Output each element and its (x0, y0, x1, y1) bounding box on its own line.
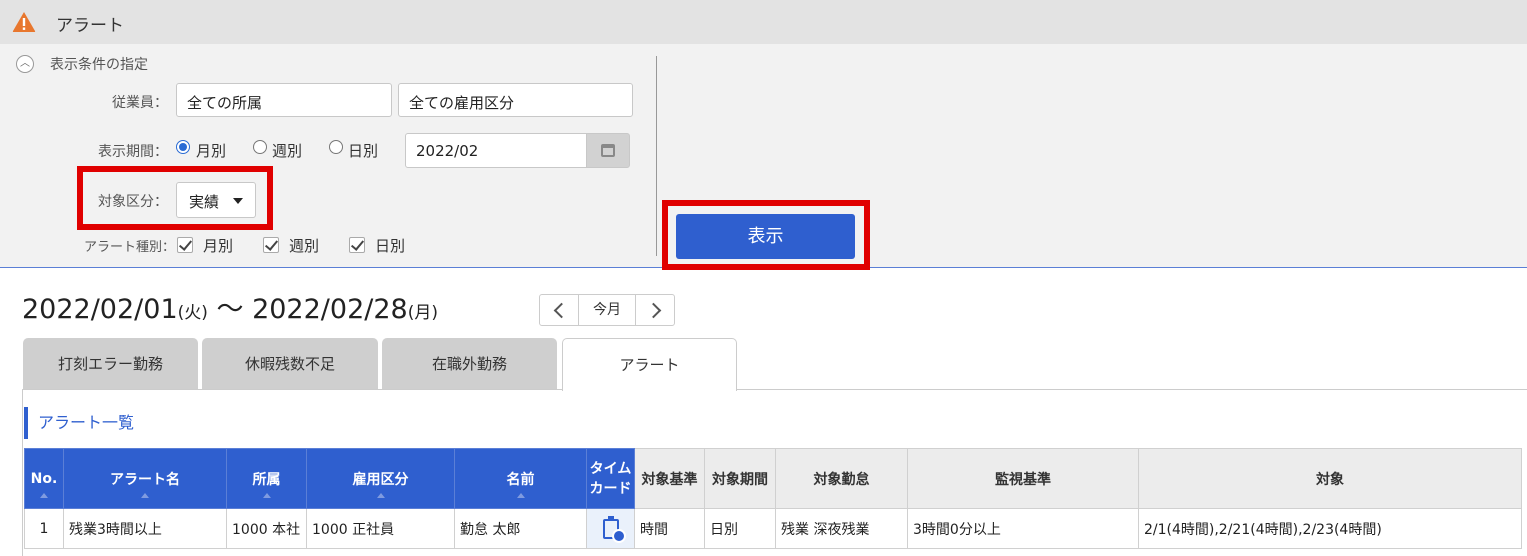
tab-alert[interactable]: アラート (562, 338, 737, 391)
table-row[interactable]: 1 残業3時間以上 1000 本社 1000 正社員 勤怠 太郎 時間 日別 残… (24, 508, 1522, 549)
range-end-weekday: (月) (407, 303, 438, 323)
col-affiliation[interactable]: 所属 (226, 448, 307, 509)
sort-caret-icon (40, 493, 48, 498)
col-alert-name[interactable]: アラート名 (63, 448, 227, 509)
affiliation-field[interactable]: 全ての所属 (176, 83, 392, 117)
cell-timecard (586, 508, 635, 549)
warning-icon (12, 12, 36, 32)
col-target-attendance: 対象勤怠 (775, 448, 908, 509)
checkbox-monthly[interactable] (177, 237, 193, 253)
radio-monthly[interactable] (176, 140, 190, 154)
cell-target-period: 日別 (704, 508, 776, 549)
checkbox-daily-label: 日別 (375, 237, 406, 255)
sort-caret-icon (262, 493, 271, 498)
radio-weekly-label: 週別 (272, 142, 303, 160)
range-end: 2022/02/28 (252, 294, 408, 325)
alert-type-label: アラート種別： (84, 240, 176, 255)
date-range: 2022/02/01(火) 〜 2022/02/28(月) (22, 287, 438, 326)
calendar-button[interactable] (586, 133, 630, 168)
cell-no: 1 (24, 508, 64, 549)
checkbox-weekly-label: 週別 (289, 237, 320, 255)
cell-monitoring-criteria: 3時間0分以上 (907, 508, 1139, 549)
radio-monthly-label: 月別 (196, 142, 227, 160)
range-start: 2022/02/01 (22, 294, 178, 325)
radio-daily[interactable] (329, 140, 343, 154)
show-button[interactable]: 表示 (676, 214, 855, 259)
tab-punch-error[interactable]: 打刻エラー勤務 (23, 338, 198, 390)
radio-weekly[interactable] (253, 140, 267, 154)
cell-affiliation: 1000 本社 (226, 508, 307, 549)
sort-caret-icon (376, 493, 385, 498)
tab-out-of-employment[interactable]: 在職外勤務 (382, 338, 557, 390)
target-select-value: 実績 (189, 193, 220, 211)
checkbox-weekly[interactable] (263, 237, 279, 253)
range-separator: 〜 (216, 294, 244, 325)
prev-month-chevron-left-icon[interactable] (540, 295, 578, 325)
cell-employment-type: 1000 正社員 (306, 508, 455, 549)
col-employment-type[interactable]: 雇用区分 (306, 448, 455, 509)
title-bar: アラート (0, 0, 1527, 44)
cell-name: 勤怠 太郎 (454, 508, 587, 549)
cell-target-basis: 時間 (634, 508, 705, 549)
col-target-basis: 対象基準 (634, 448, 705, 509)
col-target-period: 対象期間 (704, 448, 776, 509)
this-month-button[interactable]: 今月 (578, 295, 636, 325)
table-header-row: No. アラート名 所属 雇用区分 名前 タイム カード 対象基準 対象期間 対… (24, 448, 1522, 509)
col-name[interactable]: 名前 (454, 448, 587, 509)
col-timecard: タイム カード (586, 448, 635, 509)
checkbox-monthly-label: 月別 (203, 237, 234, 255)
target-select[interactable]: 実績 (176, 182, 256, 218)
timecard-clipboard-icon[interactable] (602, 515, 626, 543)
col-monitoring-criteria: 監視基準 (907, 448, 1139, 509)
range-start-weekday: (火) (177, 303, 208, 323)
employment-type-field[interactable]: 全ての雇用区分 (398, 83, 633, 117)
employee-label: 従業員： (112, 95, 168, 111)
cell-target: 2/1(4時間),2/21(4時間),2/23(4時間) (1138, 508, 1522, 549)
calendar-icon (601, 144, 615, 157)
period-input[interactable]: 2022/02 (405, 133, 587, 168)
sort-caret-icon (516, 493, 525, 498)
alert-list-title: アラート一覧 (24, 407, 134, 439)
radio-daily-label: 日別 (348, 142, 379, 160)
tab-leave-shortage[interactable]: 休暇残数不足 (202, 338, 378, 390)
page-title: アラート (56, 16, 124, 36)
cell-target-attendance: 残業 深夜残業 (775, 508, 908, 549)
target-label: 対象区分： (98, 194, 168, 210)
month-nav: 今月 (539, 294, 675, 326)
collapse-chevron-up-icon[interactable]: ︿ (16, 55, 34, 73)
next-month-chevron-right-icon[interactable] (636, 295, 674, 325)
dropdown-caret-icon (233, 198, 243, 204)
period-label: 表示期間： (98, 144, 168, 160)
cell-alert-name: 残業3時間以上 (63, 508, 227, 549)
sort-caret-icon (141, 493, 149, 498)
filter-section-label: 表示条件の指定 (50, 57, 148, 73)
checkbox-daily[interactable] (349, 237, 365, 253)
alert-table: No. アラート名 所属 雇用区分 名前 タイム カード 対象基準 対象期間 対… (24, 448, 1522, 549)
tab-baseline (22, 389, 1527, 390)
col-target: 対象 (1138, 448, 1522, 509)
col-no[interactable]: No. (24, 448, 64, 509)
panel-divider (656, 56, 657, 256)
